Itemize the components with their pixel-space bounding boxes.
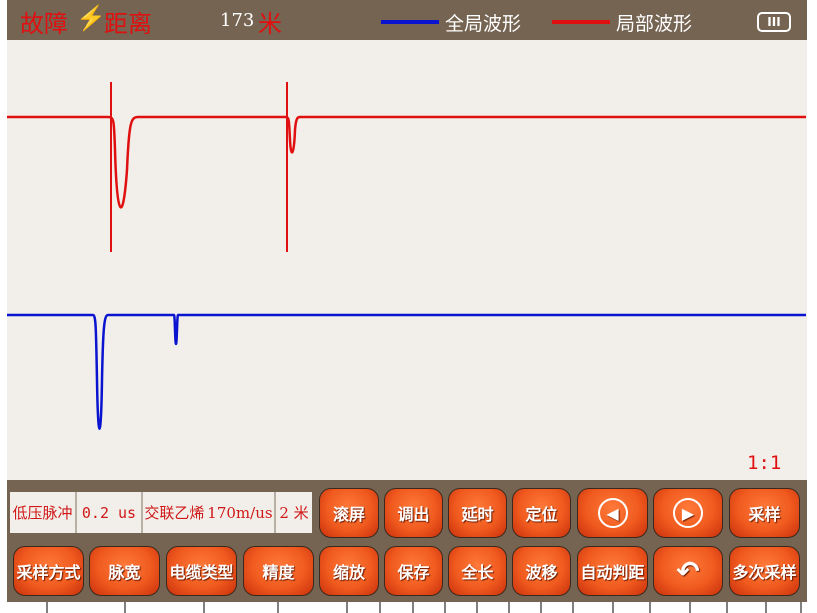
global-waveform xyxy=(7,313,806,430)
wave-shift-button[interactable]: 波移 xyxy=(512,546,571,596)
recall-button[interactable]: 调出 xyxy=(384,488,443,538)
info-cable: 交联乙烯 170m/us xyxy=(143,492,276,533)
info-velocity: 170m/us xyxy=(207,503,273,522)
cursor-right-button[interactable]: ▶ xyxy=(653,488,723,538)
info-pulse-width: 0.2 us xyxy=(77,492,143,533)
sample-mode-button[interactable]: 采样方式 xyxy=(13,546,84,596)
precision-button[interactable]: 精度 xyxy=(243,546,314,596)
cursor-left-button[interactable]: ◀ xyxy=(577,488,648,538)
full-length-button[interactable]: 全长 xyxy=(448,546,507,596)
info-precision: 2 米 xyxy=(276,492,312,533)
info-cable-type: 交联乙烯 xyxy=(144,504,205,522)
multi-sample-button[interactable]: 多次采样 xyxy=(729,546,800,596)
undo-arrow-icon: ↶ xyxy=(676,554,700,588)
scroll-button[interactable]: 滚屏 xyxy=(319,488,379,538)
cable-type-button[interactable]: 电缆类型 xyxy=(166,546,237,596)
sample-button[interactable]: 采样 xyxy=(729,488,800,538)
save-button[interactable]: 保存 xyxy=(384,546,443,596)
info-mode: 低压脉冲 xyxy=(10,492,77,533)
scale-ratio: 1:1 xyxy=(747,452,782,474)
auto-distance-button[interactable]: 自动判距 xyxy=(577,546,648,596)
locate-button[interactable]: 定位 xyxy=(512,488,571,538)
local-waveform xyxy=(7,115,806,209)
back-button[interactable]: ↶ xyxy=(653,546,723,596)
chevron-right-icon: ▶ xyxy=(673,498,703,528)
pulse-width-button[interactable]: 脉宽 xyxy=(89,546,160,596)
delay-button[interactable]: 延时 xyxy=(448,488,507,538)
chevron-left-icon: ◀ xyxy=(597,498,628,528)
zoom-button[interactable]: 缩放 xyxy=(319,546,379,596)
